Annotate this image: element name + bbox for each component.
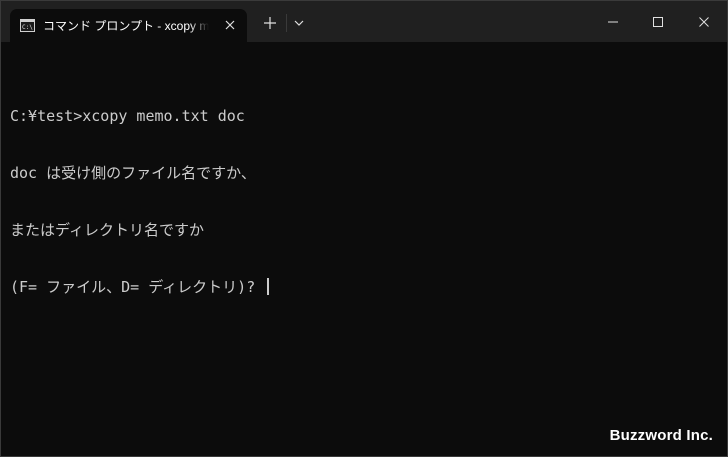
watermark: Buzzword Inc. [609,427,713,444]
text-cursor [267,278,270,295]
tab-title: コマンド プロンプト - xcopy memo.txt doc [43,19,209,33]
command-prompt-icon: C:\ [20,19,35,32]
terminal-prompt-line: (F= ファイル、D= ディレクトリ)? [10,278,710,297]
terminal-window: C:\ コマンド プロンプト - xcopy memo.txt doc [0,0,728,457]
terminal-prompt-text: (F= ファイル、D= ディレクトリ)? [10,278,265,296]
svg-text:C:\: C:\ [22,24,33,31]
minimize-button[interactable] [590,1,636,42]
close-tab-icon[interactable] [223,18,237,32]
close-window-button[interactable] [681,1,727,42]
terminal-line: またはディレクトリ名ですか [10,221,204,239]
chevron-down-icon[interactable] [291,15,307,31]
close-icon [699,16,709,27]
minimize-icon [608,21,618,22]
terminal-line: C:¥test>xcopy memo.txt doc [10,107,245,125]
terminal-output[interactable]: C:¥test>xcopy memo.txt doc doc は受け側のファイル… [10,69,710,335]
terminal-line: doc は受け側のファイル名ですか、 [10,164,256,182]
tab-separator [286,14,287,32]
title-bar[interactable]: C:\ コマンド プロンプト - xcopy memo.txt doc [1,1,727,42]
plus-icon[interactable] [261,14,279,32]
maximize-icon [653,16,663,27]
tab-command-prompt[interactable]: C:\ コマンド プロンプト - xcopy memo.txt doc [10,9,247,42]
maximize-button[interactable] [635,1,681,42]
